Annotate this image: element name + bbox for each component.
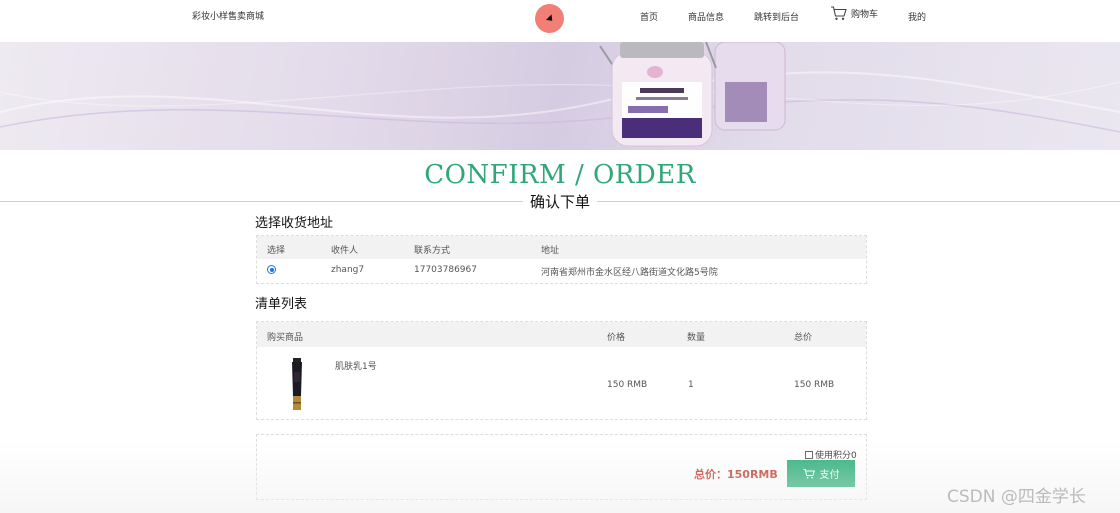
- nav-home-link[interactable]: 首页: [640, 10, 658, 23]
- use-points-checkbox[interactable]: [805, 451, 813, 459]
- hero-banner: [0, 42, 1120, 150]
- recipient-phone: 17703786967: [414, 265, 477, 275]
- banner-artwork: [0, 42, 1120, 147]
- header-select: 选择: [267, 246, 286, 256]
- header-address: 地址: [541, 246, 560, 256]
- nav-admin-link[interactable]: 跳转到后台: [754, 10, 799, 23]
- cart-icon: [803, 468, 815, 478]
- watermark: CSDN @四金学长: [947, 487, 1086, 507]
- order-total: 总价：150RMB: [694, 468, 778, 481]
- address-radio[interactable]: [267, 265, 276, 274]
- pay-button[interactable]: 支付: [787, 460, 855, 487]
- header-product: 购买商品: [267, 333, 304, 343]
- pay-button-label: 支付: [819, 470, 840, 481]
- top-nav: 彩妆小样售卖商城 首页 商品信息 跳转到后台 购物车 我的: [0, 0, 1120, 42]
- table-row: 肌肤乳1号 150 RMB 1 150 RMB: [257, 347, 866, 419]
- order-items-table: 购买商品 价格 数量 总价 肌肤乳1号 150 RMB 1 150 RMB: [256, 321, 867, 420]
- cart-icon: [831, 6, 847, 20]
- list-section-label: 清单列表: [255, 297, 308, 312]
- product-image[interactable]: [290, 358, 304, 410]
- nav-cart-label: 购物车: [851, 10, 879, 20]
- address-table: 选择 收件人 联系方式 地址 zhang7 17703786967 河南省郑州市…: [256, 235, 867, 284]
- product-subtotal: 150 RMB: [794, 380, 835, 390]
- header-recipient: 收件人: [331, 246, 359, 256]
- address-section-label: 选择收货地址: [255, 216, 334, 231]
- site-brand[interactable]: 彩妆小样售卖商城: [192, 9, 264, 22]
- recipient-name: zhang7: [331, 265, 365, 275]
- order-summary: 使用积分0 总价：150RMB 支付: [256, 434, 867, 500]
- header-qty: 数量: [687, 333, 706, 343]
- nav-cart-link[interactable]: 购物车: [830, 6, 878, 21]
- table-row: zhang7 17703786967 河南省郑州市金水区经八路街道文化路5号院: [257, 259, 866, 283]
- header-subtotal: 总价: [794, 333, 813, 343]
- product-price: 150 RMB: [607, 380, 648, 390]
- product-name[interactable]: 肌肤乳1号: [335, 359, 377, 372]
- header-phone: 联系方式: [414, 246, 451, 256]
- address-table-header: 选择 收件人 联系方式 地址: [257, 236, 866, 259]
- page-title-cn: 确认下单: [523, 191, 598, 212]
- nav-products-link[interactable]: 商品信息: [688, 10, 724, 23]
- recipient-address: 河南省郑州市金水区经八路街道文化路5号院: [541, 268, 718, 278]
- page-title-en: CONFIRM / ORDER: [424, 160, 696, 190]
- product-qty: 1: [688, 380, 694, 390]
- nav-mine-link[interactable]: 我的: [908, 10, 926, 23]
- header-price: 价格: [607, 333, 626, 343]
- items-table-header: 购买商品 价格 数量 总价: [257, 322, 866, 347]
